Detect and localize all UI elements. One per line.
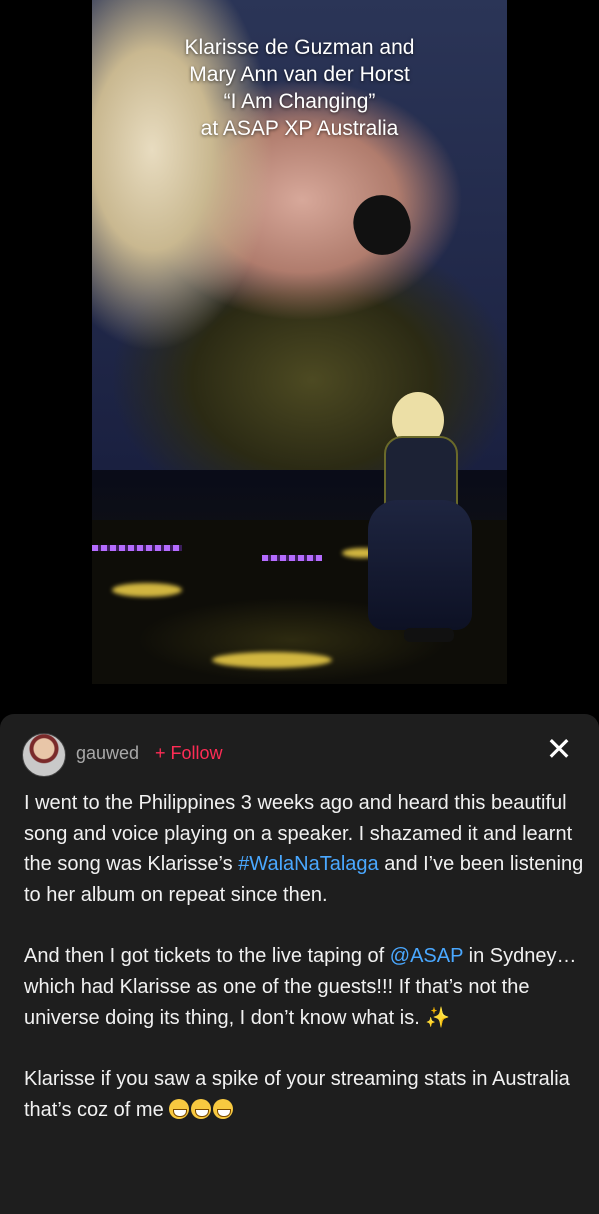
caption-line: Klarisse de Guzman and: [184, 36, 415, 59]
sparkles-emoji: ✨: [425, 1005, 451, 1030]
performer: [368, 392, 484, 652]
comment-paragraph: Klarisse if you saw a spike of your stre…: [24, 1064, 584, 1125]
mention-link[interactable]: @ASAP: [390, 945, 463, 967]
microphone-closeup: [345, 187, 419, 263]
grinning-sweat-emoji: [191, 1098, 212, 1119]
comment-sheet: gauwed + Follow ✕ I went to the Philippi…: [0, 714, 599, 1214]
comment-text: I went to the Philippines 3 weeks ago an…: [24, 788, 584, 1126]
comment-paragraph: I went to the Philippines 3 weeks ago an…: [24, 788, 584, 910]
video-caption: Klarisse de Guzman and Mary Ann van der …: [92, 34, 507, 142]
grinning-sweat-emoji: [169, 1098, 190, 1119]
led-light-bar: [262, 555, 322, 561]
caption-line: “I Am Changing”: [223, 90, 376, 113]
comment-text-segment: Klarisse if you saw a spike of your stre…: [24, 1068, 570, 1121]
grinning-sweat-emoji: [213, 1098, 234, 1119]
username[interactable]: gauwed: [76, 743, 139, 764]
comment-paragraph: And then I got tickets to the live tapin…: [24, 941, 584, 1034]
user-avatar[interactable]: [22, 733, 66, 777]
follow-button[interactable]: + Follow: [155, 743, 223, 764]
caption-line: at ASAP XP Australia: [200, 117, 399, 140]
stage-spotlight: [112, 583, 182, 597]
video-player[interactable]: Klarisse de Guzman and Mary Ann van der …: [0, 0, 599, 700]
stage-spotlight: [212, 652, 332, 668]
caption-line: Mary Ann van der Horst: [189, 63, 410, 86]
hashtag-link[interactable]: #WalaNaTalaga: [238, 853, 378, 875]
comment-text-segment: And then I got tickets to the live tapin…: [24, 944, 390, 967]
led-light-bar: [92, 545, 182, 551]
close-icon[interactable]: ✕: [544, 733, 574, 765]
